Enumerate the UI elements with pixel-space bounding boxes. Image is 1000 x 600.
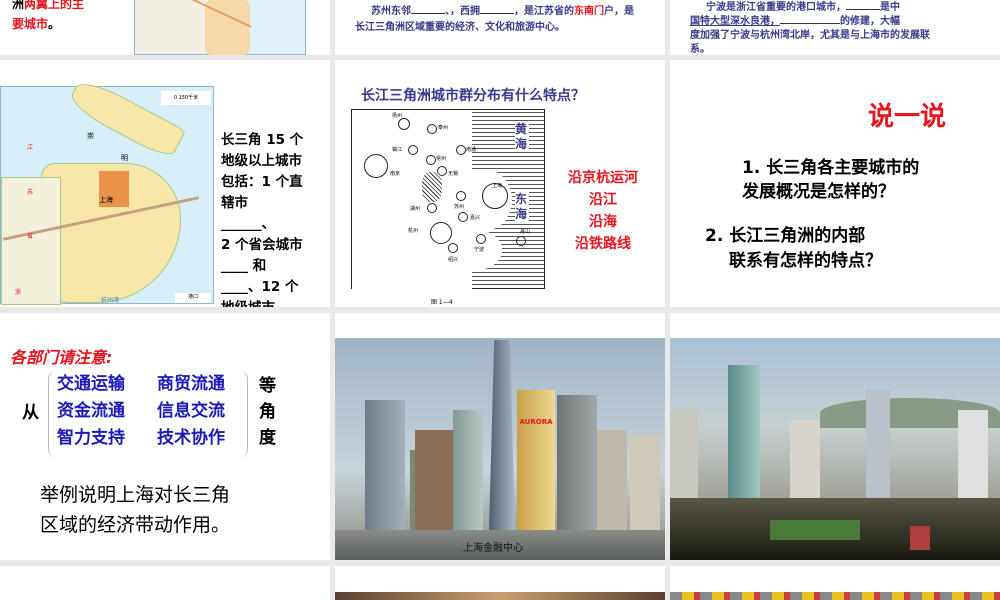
- map-legend-port: 港口: [175, 293, 211, 303]
- city-label: 绍兴: [448, 257, 459, 263]
- city-label: 无锡: [448, 171, 459, 177]
- slide-thumbnail-5[interactable]: 长江三角洲城市群分布有什么特点？ 扬州 泰州 镇江 南通 常州 南京 无锡 上海…: [335, 60, 665, 307]
- aurora-sign: AURORA: [519, 418, 553, 426]
- slide-thumbnail-8[interactable]: AURORA 上海金融中心: [335, 313, 665, 560]
- question-1: 1. 长三角各主要城市的 发展概况是怎样的？: [742, 158, 920, 202]
- map-label: 省: [27, 233, 34, 240]
- city-label: 泰州: [438, 125, 449, 131]
- question: 举例说明上海对长三角 区域的经济带动作用。: [40, 484, 231, 536]
- map-label: 明: [121, 154, 128, 162]
- slide-thumbnail-6[interactable]: 说一说 1. 长三角各主要城市的 发展概况是怎样的？ 2. 长江三角洲的内部 联系有…: [670, 60, 1000, 307]
- slide-thumbnail-2[interactable]: 苏州东邻 、，西拥 ，是江苏省的东南门户，是长江三角洲区域重要的经济、文化和旅游中心…: [335, 0, 665, 55]
- city-label: 嘉兴: [470, 215, 481, 221]
- city-label: 镇江: [392, 147, 403, 153]
- city-label: 常州: [436, 156, 447, 162]
- map-label: 崇: [87, 132, 94, 140]
- aspect-list: 交通运输 商贸流通 资金流通 信息交流 智力支持 技术协作: [57, 374, 225, 448]
- suffix: 等角度: [259, 376, 276, 448]
- map-label: 杭州湾: [101, 297, 120, 304]
- slide-thumbnail-3[interactable]: 宁波是浙江省重要的港口城市， 是中 国特大型深水良港， 的修建，大幅 度加强了宁波与…: [670, 0, 1000, 55]
- slide-thumbnail-12[interactable]: [670, 566, 1000, 600]
- photo-caption: 上海金融中心: [463, 543, 523, 554]
- slide-text: 宁波是浙江省重要的港口城市， 是中 国特大型深水良港， 的修建，大幅 度加强了宁波与…: [690, 2, 930, 55]
- city-cluster-map: 扬州 泰州 镇江 南通 常州 南京 无锡 上海 苏州 湖州 嘉兴 杭州 宁波 绍…: [351, 109, 545, 290]
- sea-label: 黄海: [515, 122, 529, 152]
- slide-text: 苏州东邻 、，西拥 ，是江苏省的东南门户，是长江三角洲区域重要的经济、文化和旅游中心…: [355, 6, 634, 33]
- answer-list: 沿京杭运河 沿江 沿海 沿铁路线: [568, 170, 638, 252]
- map-label: 浙: [15, 289, 22, 296]
- slide-title: 说一说: [868, 102, 947, 132]
- sea-label: 东海: [515, 192, 529, 222]
- slide-text: 长三角 15 个地级以上城市 包括：1 个直 辖市 ______、 2 个省会城市 ___…: [221, 132, 304, 307]
- question-2: 2. 长江三角洲的内部 联系有怎样的特点？: [705, 226, 882, 271]
- city-label: 南通: [466, 147, 477, 153]
- slide-thumbnail-1[interactable]: 洲两翼上的主 要城市。: [0, 0, 330, 55]
- map-scale: 0 150千米: [161, 91, 211, 105]
- city-label: 舟山: [520, 229, 531, 235]
- shanghai-map: 0 150千米 港口 崇 明 上海 江 苏 省 浙 杭州湾: [0, 75, 214, 305]
- figure-caption: 图 1—4: [431, 299, 453, 306]
- from-label: 从: [22, 403, 39, 423]
- slide-title: 各部门请注意:: [10, 348, 113, 367]
- map-label: 江: [27, 144, 34, 151]
- city-label: 南京: [390, 171, 401, 177]
- map-image: [134, 0, 306, 55]
- slide-photo: [670, 592, 1000, 600]
- slide-title: 长江三角洲城市群分布有什么特点？: [361, 88, 585, 104]
- map-label: 苏: [27, 189, 34, 196]
- city-label: 扬州: [392, 113, 403, 119]
- slide-photo: [335, 592, 665, 600]
- city-label: 上海: [492, 183, 503, 189]
- city-label: 杭州: [408, 228, 419, 234]
- slide-text: 洲两翼上的主 要城市。: [12, 0, 85, 31]
- slide-thumbnail-11[interactable]: [335, 566, 665, 600]
- city-label: 湖州: [410, 206, 421, 212]
- city-label: 苏州: [454, 204, 465, 210]
- shanghai-skyline-photo: AURORA 上海金融中心: [335, 338, 665, 560]
- city-aerial-photo: [670, 338, 1000, 560]
- slide-thumbnail-9[interactable]: [670, 313, 1000, 560]
- map-label: 上海: [99, 196, 113, 204]
- slide-thumbnail-10[interactable]: [0, 566, 330, 600]
- slide-thumbnail-4[interactable]: 0 150千米 港口 崇 明 上海 江 苏 省 浙 杭州湾 长三角 15 个地级…: [0, 60, 330, 307]
- city-label: 宁波: [474, 247, 485, 253]
- slide-thumbnail-7[interactable]: 各部门请注意: 从 交通运输 商贸流通 资金流通 信息交流 智力支持 技术协作 等角度 举…: [0, 313, 330, 560]
